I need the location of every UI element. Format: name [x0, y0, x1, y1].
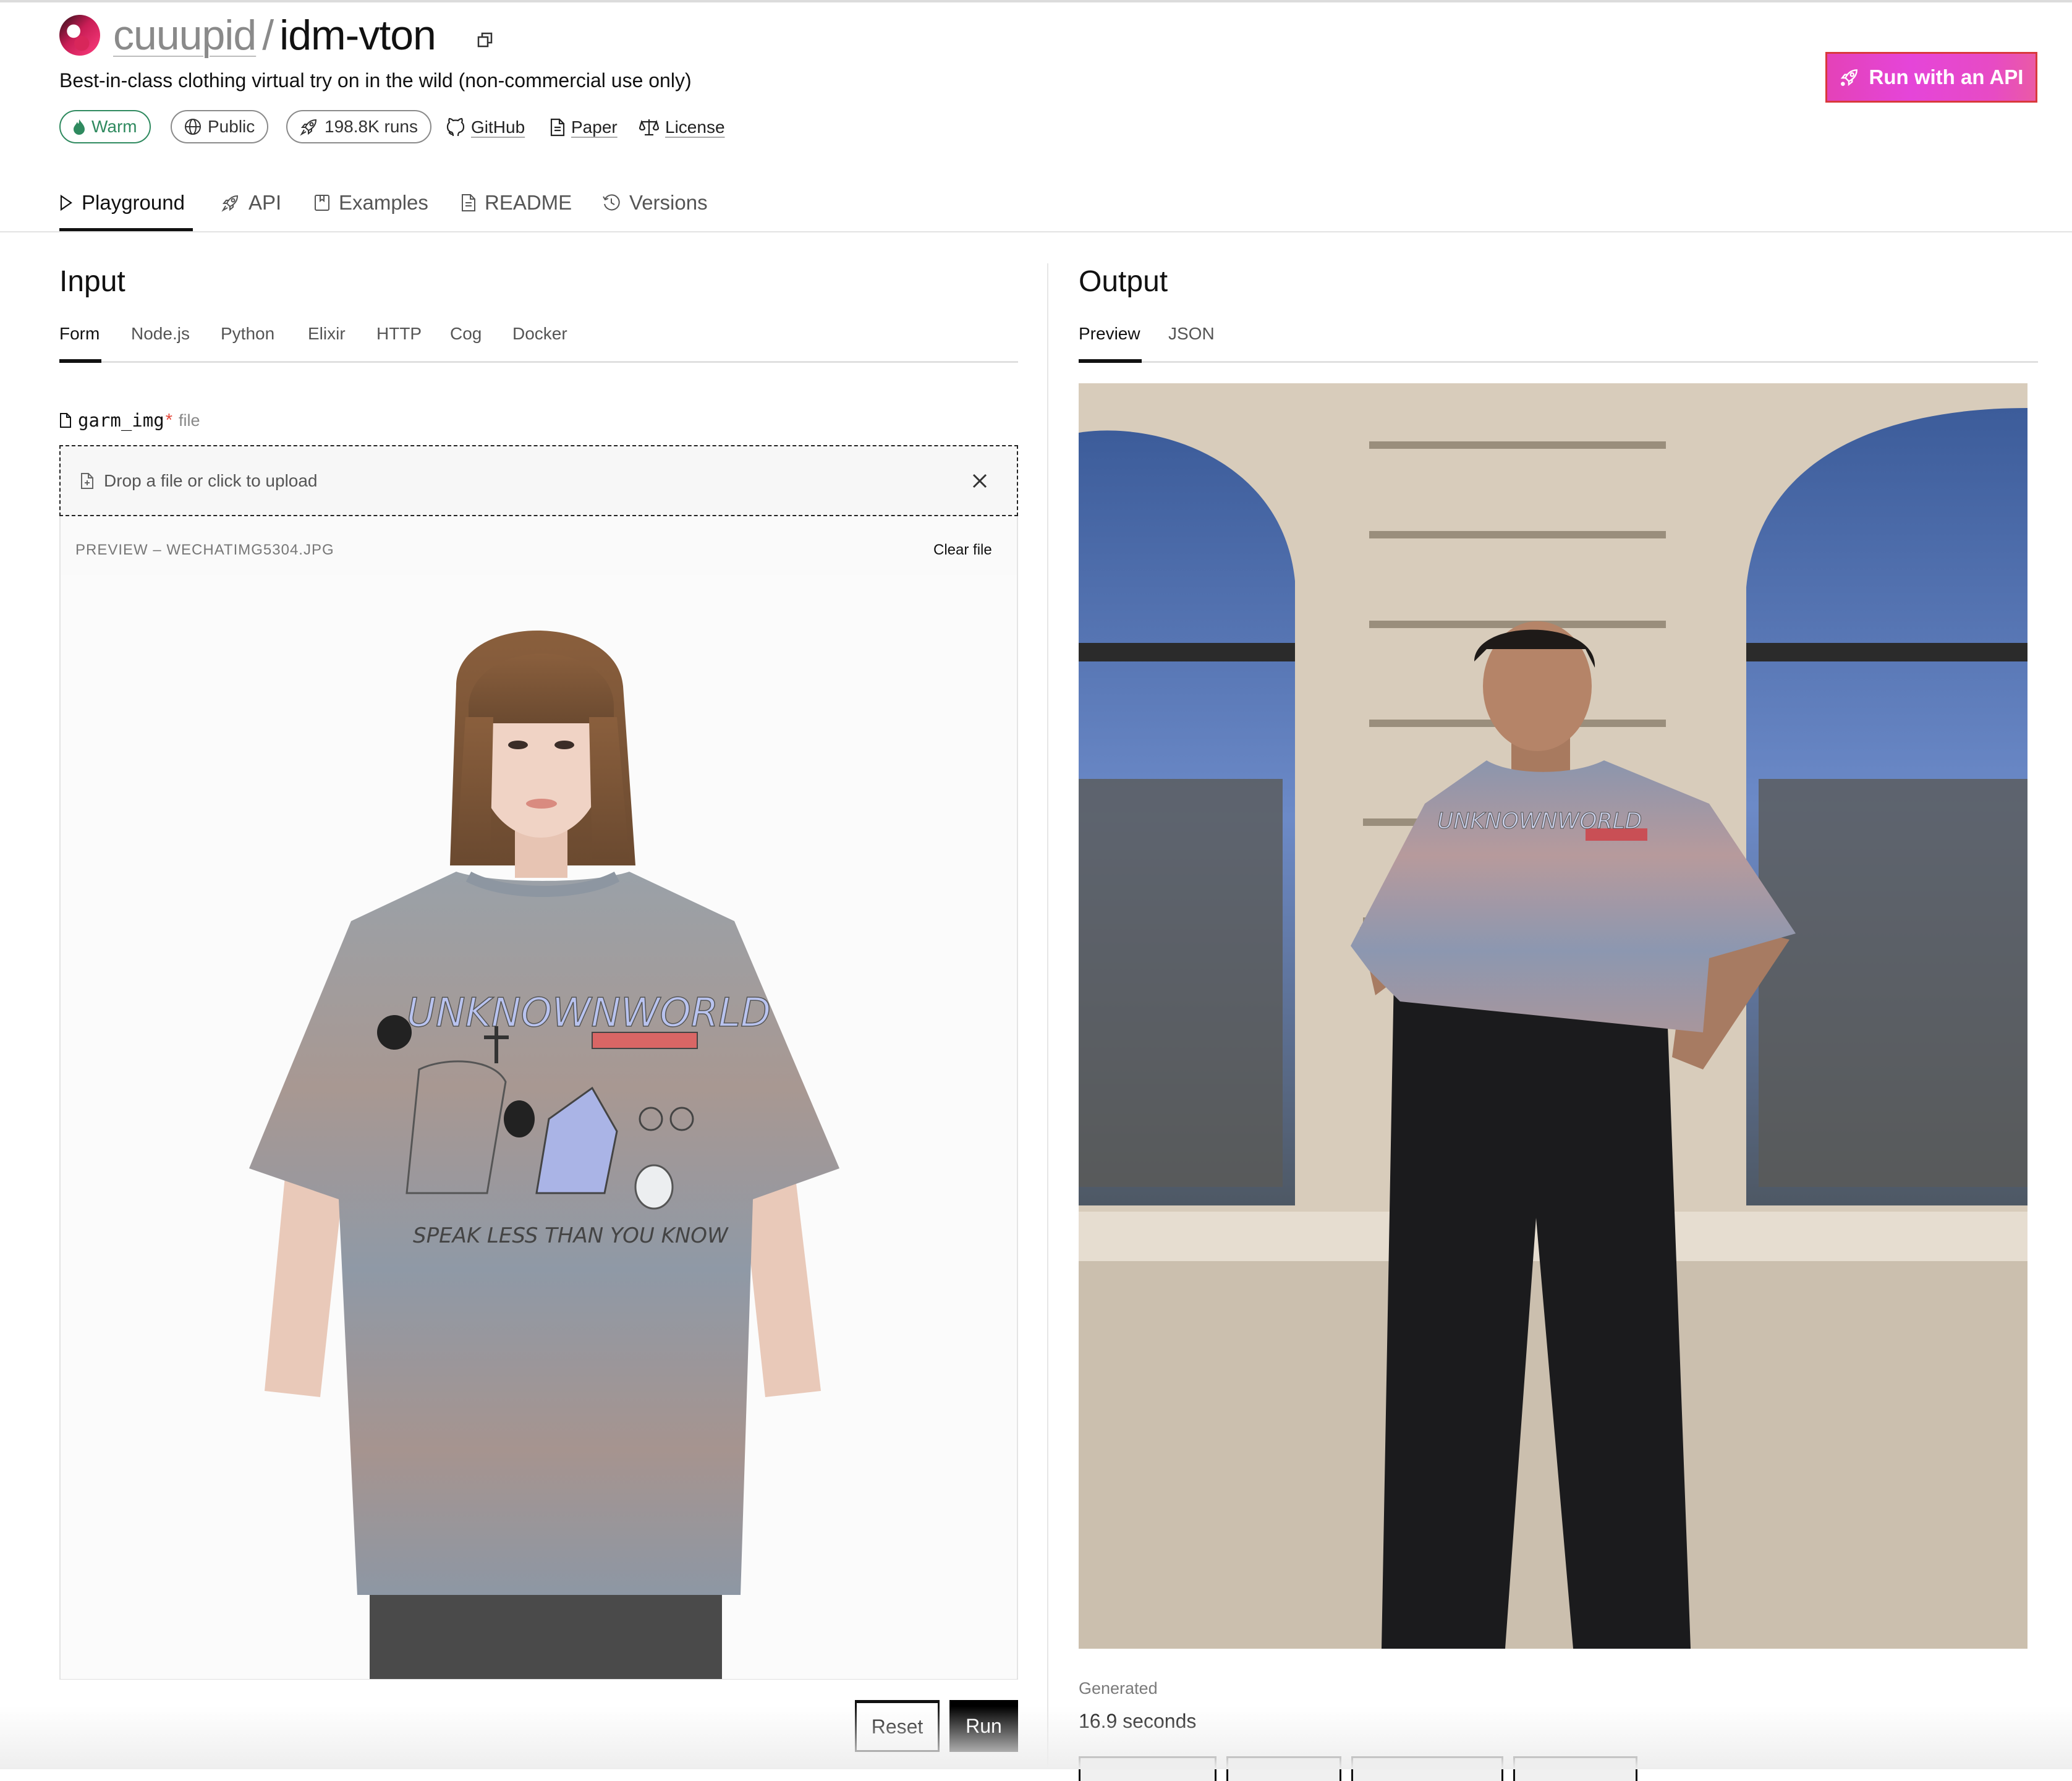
file-plus-icon	[80, 472, 94, 490]
badge-label: Warm	[91, 117, 137, 136]
history-icon	[602, 193, 621, 212]
output-tabs-divider	[1079, 361, 2038, 363]
badge-label: Public	[208, 117, 255, 136]
dropzone-text: Drop a file or click to upload	[104, 470, 318, 490]
document-icon	[461, 193, 476, 212]
runs-badge: 198.8K runs	[286, 110, 431, 143]
link-label[interactable]: Paper	[571, 117, 618, 137]
field-name: garm_img	[78, 410, 164, 431]
model-description: Best-in-class clothing virtual try on in…	[59, 69, 692, 91]
page-title: cuuupid / idm-vton	[113, 9, 436, 62]
output-tab-json[interactable]: JSON	[1168, 324, 1215, 349]
model-name: idm-vton	[279, 12, 436, 59]
paper-link[interactable]: Paper	[550, 113, 618, 142]
license-link[interactable]: License	[639, 113, 725, 142]
output-image[interactable]: UNKNOWNWORLD	[1079, 383, 2027, 1649]
output-heading: Output	[1079, 265, 1168, 298]
owner-link[interactable]: cuuupid	[113, 12, 257, 59]
input-tab-form[interactable]: Form	[59, 324, 100, 349]
input-tab-http[interactable]: HTTP	[376, 324, 422, 349]
required-marker: *	[165, 410, 172, 430]
close-icon[interactable]	[967, 469, 992, 493]
top-border	[0, 0, 2072, 2]
generation-time: 16.9 seconds	[1079, 1710, 1197, 1732]
tab-versions[interactable]: Versions	[602, 185, 708, 220]
run-button[interactable]: Run	[949, 1700, 1018, 1752]
tab-examples[interactable]: Examples	[314, 185, 428, 220]
scale-icon	[639, 118, 659, 137]
input-tab-nodejs[interactable]: Node.js	[131, 324, 190, 349]
input-tabs-divider	[59, 361, 1018, 363]
rocket-icon	[221, 193, 240, 212]
tab-api[interactable]: API	[221, 185, 281, 220]
play-icon	[59, 194, 73, 211]
svg-text:UNKNOWNWORLD: UNKNOWNWORLD	[1437, 809, 1642, 834]
reset-button[interactable]: Reset	[855, 1700, 940, 1752]
file-icon	[59, 412, 72, 428]
output-tab-preview[interactable]: Preview	[1079, 324, 1140, 349]
status-badge-warm: Warm	[59, 110, 151, 143]
tab-label: Playground	[82, 191, 185, 214]
clear-file-button[interactable]: Clear file	[933, 542, 992, 559]
api-button-label: Run with an API	[1869, 66, 2024, 88]
tab-label: Examples	[339, 191, 428, 214]
generated-label: Generated	[1079, 1679, 1158, 1698]
rocket-icon	[300, 117, 318, 136]
output-active-tab-indicator	[1079, 359, 1142, 363]
input-tab-docker[interactable]: Docker	[512, 324, 567, 349]
input-tab-elixir[interactable]: Elixir	[308, 324, 346, 349]
visibility-badge: Public	[171, 110, 269, 143]
bottom-fade	[0, 1706, 2072, 1769]
copy-icon[interactable]	[477, 32, 493, 48]
panel-divider	[1047, 263, 1048, 1769]
rocket-icon	[1840, 67, 1859, 87]
jeans	[370, 1589, 722, 1679]
file-dropzone[interactable]: Drop a file or click to upload	[59, 445, 1018, 516]
input-tab-python[interactable]: Python	[221, 324, 274, 349]
globe-icon	[184, 118, 202, 135]
document-icon	[550, 118, 565, 137]
tabs-divider	[0, 231, 2072, 232]
bookmark-icon	[314, 194, 330, 211]
output-action-button-3[interactable]	[1351, 1756, 1503, 1781]
github-icon	[446, 117, 465, 137]
garment-preview-image: UNKNOWNWORLD SPEAK LESS THAN YOU KNOW	[61, 575, 1017, 1679]
tab-label: README	[485, 191, 572, 214]
svg-text:UNKNOWNWORLD: UNKNOWNWORLD	[407, 990, 771, 1036]
garm-img-label: garm_img * file	[59, 408, 200, 433]
input-heading: Input	[59, 265, 125, 298]
title-separator: /	[262, 12, 274, 59]
field-type: file	[178, 410, 200, 430]
tab-playground[interactable]: Playground	[59, 185, 185, 220]
badge-label: 198.8K runs	[325, 117, 418, 136]
tab-readme[interactable]: README	[461, 185, 572, 220]
preview-filename: PREVIEW – WECHATIMG5304.JPG	[75, 542, 334, 558]
run-with-api-button[interactable]: Run with an API	[1825, 52, 2037, 103]
tab-label: Versions	[629, 191, 708, 214]
input-active-tab-indicator	[59, 359, 101, 363]
output-action-button-1[interactable]	[1079, 1756, 1216, 1781]
github-link[interactable]: GitHub	[446, 113, 525, 142]
output-action-button-2[interactable]	[1226, 1756, 1341, 1781]
output-action-button-4[interactable]	[1513, 1756, 1637, 1781]
tab-label: API	[248, 191, 282, 214]
input-tab-cog[interactable]: Cog	[450, 324, 482, 349]
link-label[interactable]: GitHub	[471, 117, 525, 137]
svg-text:SPEAK LESS THAN YOU KNOW: SPEAK LESS THAN YOU KNOW	[413, 1223, 729, 1248]
flame-icon	[73, 119, 85, 135]
owner-avatar[interactable]	[59, 15, 100, 56]
link-label[interactable]: License	[665, 117, 725, 137]
